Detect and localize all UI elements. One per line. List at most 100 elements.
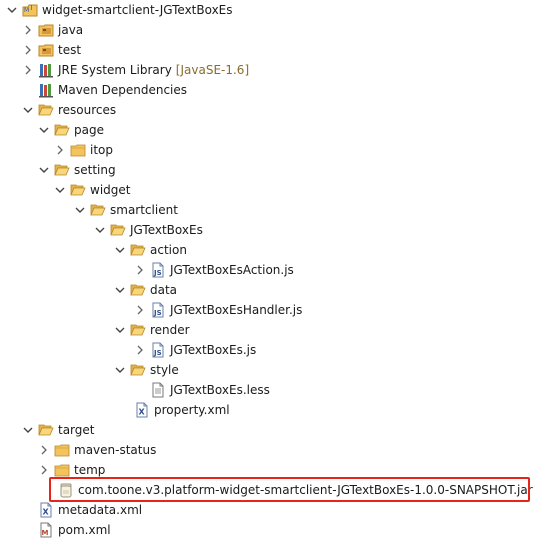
tree-item-label: JGTextBoxEsAction.js xyxy=(170,263,294,277)
tree-item-pom-xml[interactable]: M pom.xml xyxy=(20,520,111,540)
tree-item-label: widget xyxy=(90,183,131,197)
xml-file-icon: X xyxy=(38,502,54,518)
xml-file-icon: X xyxy=(134,402,150,418)
tree-item-label: resources xyxy=(58,103,117,117)
js-file-icon: JS xyxy=(150,262,166,278)
tree-item-data[interactable]: data xyxy=(112,280,177,300)
tree-item-label: JGTextBoxEs.less xyxy=(170,383,270,397)
tree-item-label: data xyxy=(150,283,178,297)
tree-item-widget[interactable]: widget xyxy=(52,180,130,200)
chevron-down-icon[interactable] xyxy=(20,100,36,120)
svg-text:M: M xyxy=(24,7,29,14)
folder-open-icon xyxy=(54,162,70,178)
tree-item-label: style xyxy=(150,363,179,377)
tree-item-java[interactable]: java xyxy=(20,20,83,40)
chevron-down-icon[interactable] xyxy=(112,280,128,300)
tree-item-property-xml[interactable]: X property.xml xyxy=(116,400,230,420)
tree-item-maven-dependencies[interactable]: Maven Dependencies xyxy=(20,80,187,100)
library-icon xyxy=(38,82,54,98)
folder-open-icon xyxy=(70,182,86,198)
chevron-right-icon[interactable] xyxy=(132,260,148,280)
folder-icon xyxy=(54,442,70,458)
tree-item-label: JRE System Library xyxy=(58,63,172,77)
tree-item-handler-js[interactable]: JS JGTextBoxEsHandler.js xyxy=(132,300,302,320)
chevron-down-icon[interactable] xyxy=(112,360,128,380)
tree-item-render-js[interactable]: JS JGTextBoxEs.js xyxy=(132,340,256,360)
tree-item-maven-status[interactable]: maven-status xyxy=(36,440,156,460)
chevron-right-icon[interactable] xyxy=(20,60,36,80)
folder-open-icon xyxy=(130,282,146,298)
tree-item-setting[interactable]: setting xyxy=(36,160,116,180)
chevron-right-icon[interactable] xyxy=(132,300,148,320)
folder-open-icon xyxy=(110,222,126,238)
tree-item-render[interactable]: render xyxy=(112,320,190,340)
tree-item-label: smartclient xyxy=(110,203,178,217)
chevron-right-icon[interactable] xyxy=(132,340,148,360)
chevron-down-icon[interactable] xyxy=(112,240,128,260)
tree-item-target[interactable]: target xyxy=(20,420,95,440)
maven-pom-icon: M xyxy=(38,522,54,538)
tree-item-label: itop xyxy=(90,143,113,157)
folder-open-icon xyxy=(130,362,146,378)
tree-item-label: property.xml xyxy=(154,403,230,417)
svg-text:X: X xyxy=(139,408,146,417)
tree-item-label: setting xyxy=(74,163,116,177)
tree-item-label: maven-status xyxy=(74,443,157,457)
chevron-down-icon[interactable] xyxy=(92,220,108,240)
tree-item-jre-library[interactable]: JRE System Library [JavaSE-1.6] xyxy=(20,60,249,80)
js-file-icon: JS xyxy=(150,342,166,358)
tree-item-style[interactable]: style xyxy=(112,360,179,380)
folder-open-icon xyxy=(130,242,146,258)
tree-item-metadata-xml[interactable]: X metadata.xml xyxy=(20,500,142,520)
svg-text:M: M xyxy=(42,529,49,537)
tree-item-label: JGTextBoxEsHandler.js xyxy=(170,303,303,317)
chevron-down-icon[interactable] xyxy=(20,420,36,440)
chevron-right-icon[interactable] xyxy=(20,40,36,60)
tree-item-action[interactable]: action xyxy=(112,240,187,260)
source-folder-icon xyxy=(38,42,54,58)
tree-item-label: JGTextBoxEs.js xyxy=(170,343,257,357)
tree-item-label: page xyxy=(74,123,104,137)
svg-text:JS: JS xyxy=(153,349,162,357)
chevron-right-icon[interactable] xyxy=(52,140,68,160)
highlight-box xyxy=(49,477,530,502)
library-icon xyxy=(38,62,54,78)
tree-item-less[interactable]: JGTextBoxEs.less xyxy=(132,380,270,400)
tree-item-label: render xyxy=(150,323,190,337)
folder-open-icon xyxy=(38,102,54,118)
tree-item-jgtextboxes[interactable]: JGTextBoxEs xyxy=(92,220,203,240)
folder-open-icon xyxy=(38,422,54,438)
tree-item-label: metadata.xml xyxy=(58,503,143,517)
chevron-right-icon[interactable] xyxy=(36,440,52,460)
tree-item-page[interactable]: page xyxy=(36,120,104,140)
svg-text:JS: JS xyxy=(153,309,162,317)
folder-open-icon xyxy=(130,322,146,338)
svg-text:X: X xyxy=(43,508,50,517)
tree-item-label: target xyxy=(58,423,95,437)
tree-item-label: action xyxy=(150,243,187,257)
chevron-down-icon[interactable] xyxy=(52,180,68,200)
svg-text:JS: JS xyxy=(153,269,162,277)
chevron-down-icon[interactable] xyxy=(36,160,52,180)
chevron-down-icon[interactable] xyxy=(112,320,128,340)
chevron-right-icon[interactable] xyxy=(20,20,36,40)
tree-item-itop[interactable]: itop xyxy=(52,140,113,160)
tree-item-action-js[interactable]: JS JGTextBoxEsAction.js xyxy=(132,260,294,280)
folder-icon xyxy=(54,462,70,478)
tree-item-smartclient[interactable]: smartclient xyxy=(72,200,178,220)
tree-item-resources[interactable]: resources xyxy=(20,100,116,120)
tree-item-label: Maven Dependencies xyxy=(58,83,188,97)
tree-item-label: widget-smartclient-JGTextBoxEs xyxy=(42,3,233,17)
tree-item-label: JGTextBoxEs xyxy=(130,223,203,237)
maven-project-icon: MJ xyxy=(22,2,38,18)
chevron-down-icon[interactable] xyxy=(4,0,20,20)
tree-item-test[interactable]: test xyxy=(20,40,81,60)
folder-icon xyxy=(70,142,86,158)
folder-open-icon xyxy=(90,202,106,218)
tree-item-label: java xyxy=(58,23,84,37)
jre-version-decoration: [JavaSE-1.6] xyxy=(175,63,250,77)
chevron-down-icon[interactable] xyxy=(72,200,88,220)
chevron-down-icon[interactable] xyxy=(36,120,52,140)
tree-item-project[interactable]: MJ widget-smartclient-JGTextBoxEs xyxy=(4,0,233,20)
folder-open-icon xyxy=(54,122,70,138)
